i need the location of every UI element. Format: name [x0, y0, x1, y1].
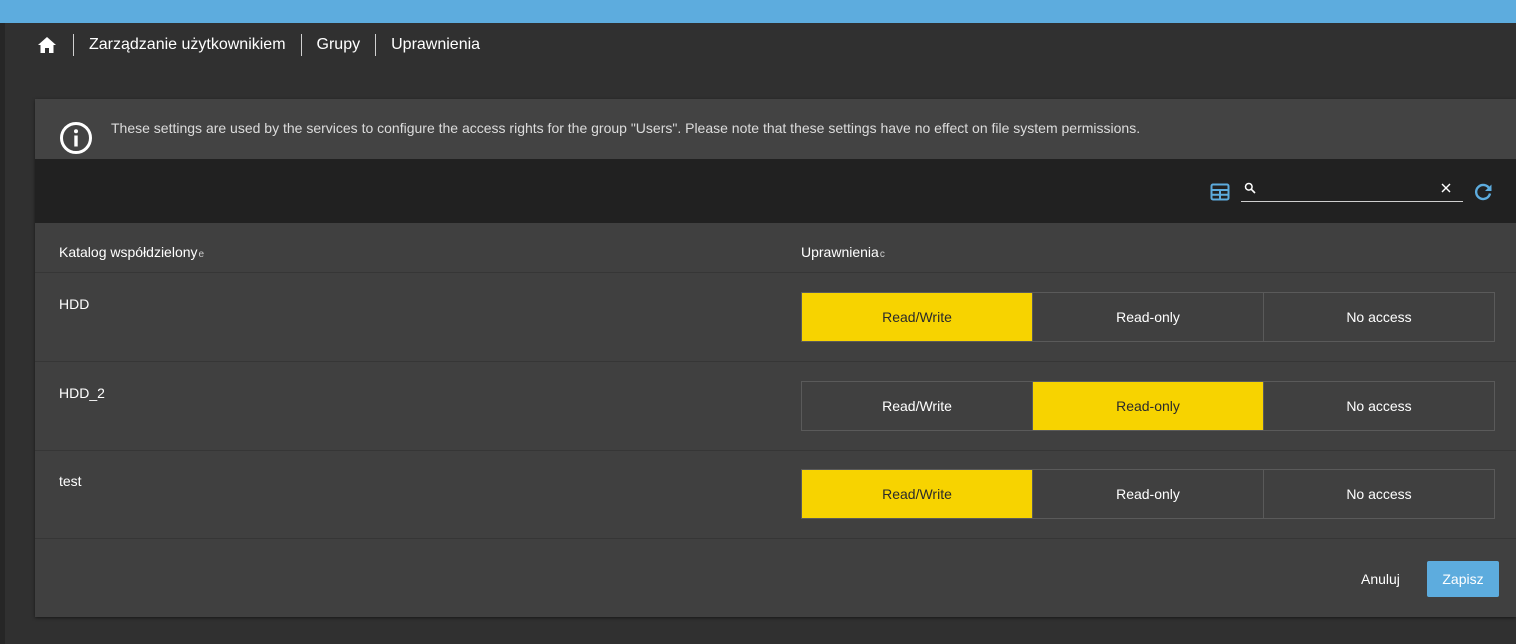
breadcrumb-groups[interactable]: Grupy — [317, 36, 361, 54]
cancel-button[interactable]: Anuluj — [1361, 571, 1400, 587]
search-box — [1241, 177, 1463, 202]
refresh-icon[interactable] — [1472, 181, 1494, 203]
permissions-card: These settings are used by the services … — [35, 99, 1516, 617]
save-button[interactable]: Zapisz — [1427, 561, 1499, 597]
breadcrumb-permissions: Uprawnienia — [391, 36, 481, 53]
left-edge — [0, 23, 5, 644]
search-input[interactable] — [1261, 177, 1439, 199]
permission-read-only-button[interactable]: Read-only — [1033, 293, 1264, 341]
home-icon[interactable] — [36, 34, 58, 56]
table-row: HDD_2 Read/Write Read-only No access — [35, 362, 1516, 451]
search-icon — [1244, 181, 1256, 194]
info-icon — [59, 121, 93, 155]
breadcrumb-user-management[interactable]: Zarządzanie użytkownikiem — [89, 36, 286, 54]
permission-read-write-button[interactable]: Read/Write — [802, 293, 1033, 341]
sort-indicator: e — [198, 249, 205, 260]
breadcrumb: Zarządzanie użytkownikiem Grupy Uprawnie… — [36, 31, 480, 59]
table-row: test Read/Write Read-only No access — [35, 450, 1516, 539]
sort-indicator: c — [879, 249, 885, 260]
table-header: Katalog współdzielonye Uprawnieniac — [35, 223, 1516, 273]
info-banner: These settings are used by the services … — [35, 99, 1516, 159]
top-bar — [0, 0, 1516, 23]
column-header-shared-folder[interactable]: Katalog współdzielonye — [59, 244, 204, 260]
info-text: These settings are used by the services … — [111, 120, 1141, 136]
breadcrumb-separator — [375, 34, 377, 56]
shared-folder-name: test — [59, 473, 82, 489]
permission-read-write-button[interactable]: Read/Write — [802, 470, 1033, 518]
permission-read-only-button[interactable]: Read-only — [1033, 470, 1264, 518]
permission-no-access-button[interactable]: No access — [1264, 470, 1494, 518]
permission-selector: Read/Write Read-only No access — [801, 469, 1495, 519]
table-toolbar — [35, 159, 1516, 223]
close-icon[interactable] — [1439, 181, 1453, 195]
permission-no-access-button[interactable]: No access — [1264, 293, 1494, 341]
breadcrumb-separator — [73, 34, 74, 56]
permission-selector: Read/Write Read-only No access — [801, 292, 1495, 342]
permission-read-write-button[interactable]: Read/Write — [802, 382, 1033, 430]
permission-no-access-button[interactable]: No access — [1264, 382, 1494, 430]
breadcrumb-separator — [300, 34, 302, 56]
permission-selector: Read/Write Read-only No access — [801, 381, 1495, 431]
table-columns-icon[interactable] — [1210, 182, 1230, 202]
permission-read-only-button[interactable]: Read-only — [1033, 382, 1264, 430]
shared-folder-name: HDD — [59, 296, 90, 312]
shared-folder-name: HDD_2 — [59, 385, 105, 401]
column-header-permissions[interactable]: Uprawnieniac — [801, 244, 885, 260]
table-row: HDD Read/Write Read-only No access — [35, 273, 1516, 362]
